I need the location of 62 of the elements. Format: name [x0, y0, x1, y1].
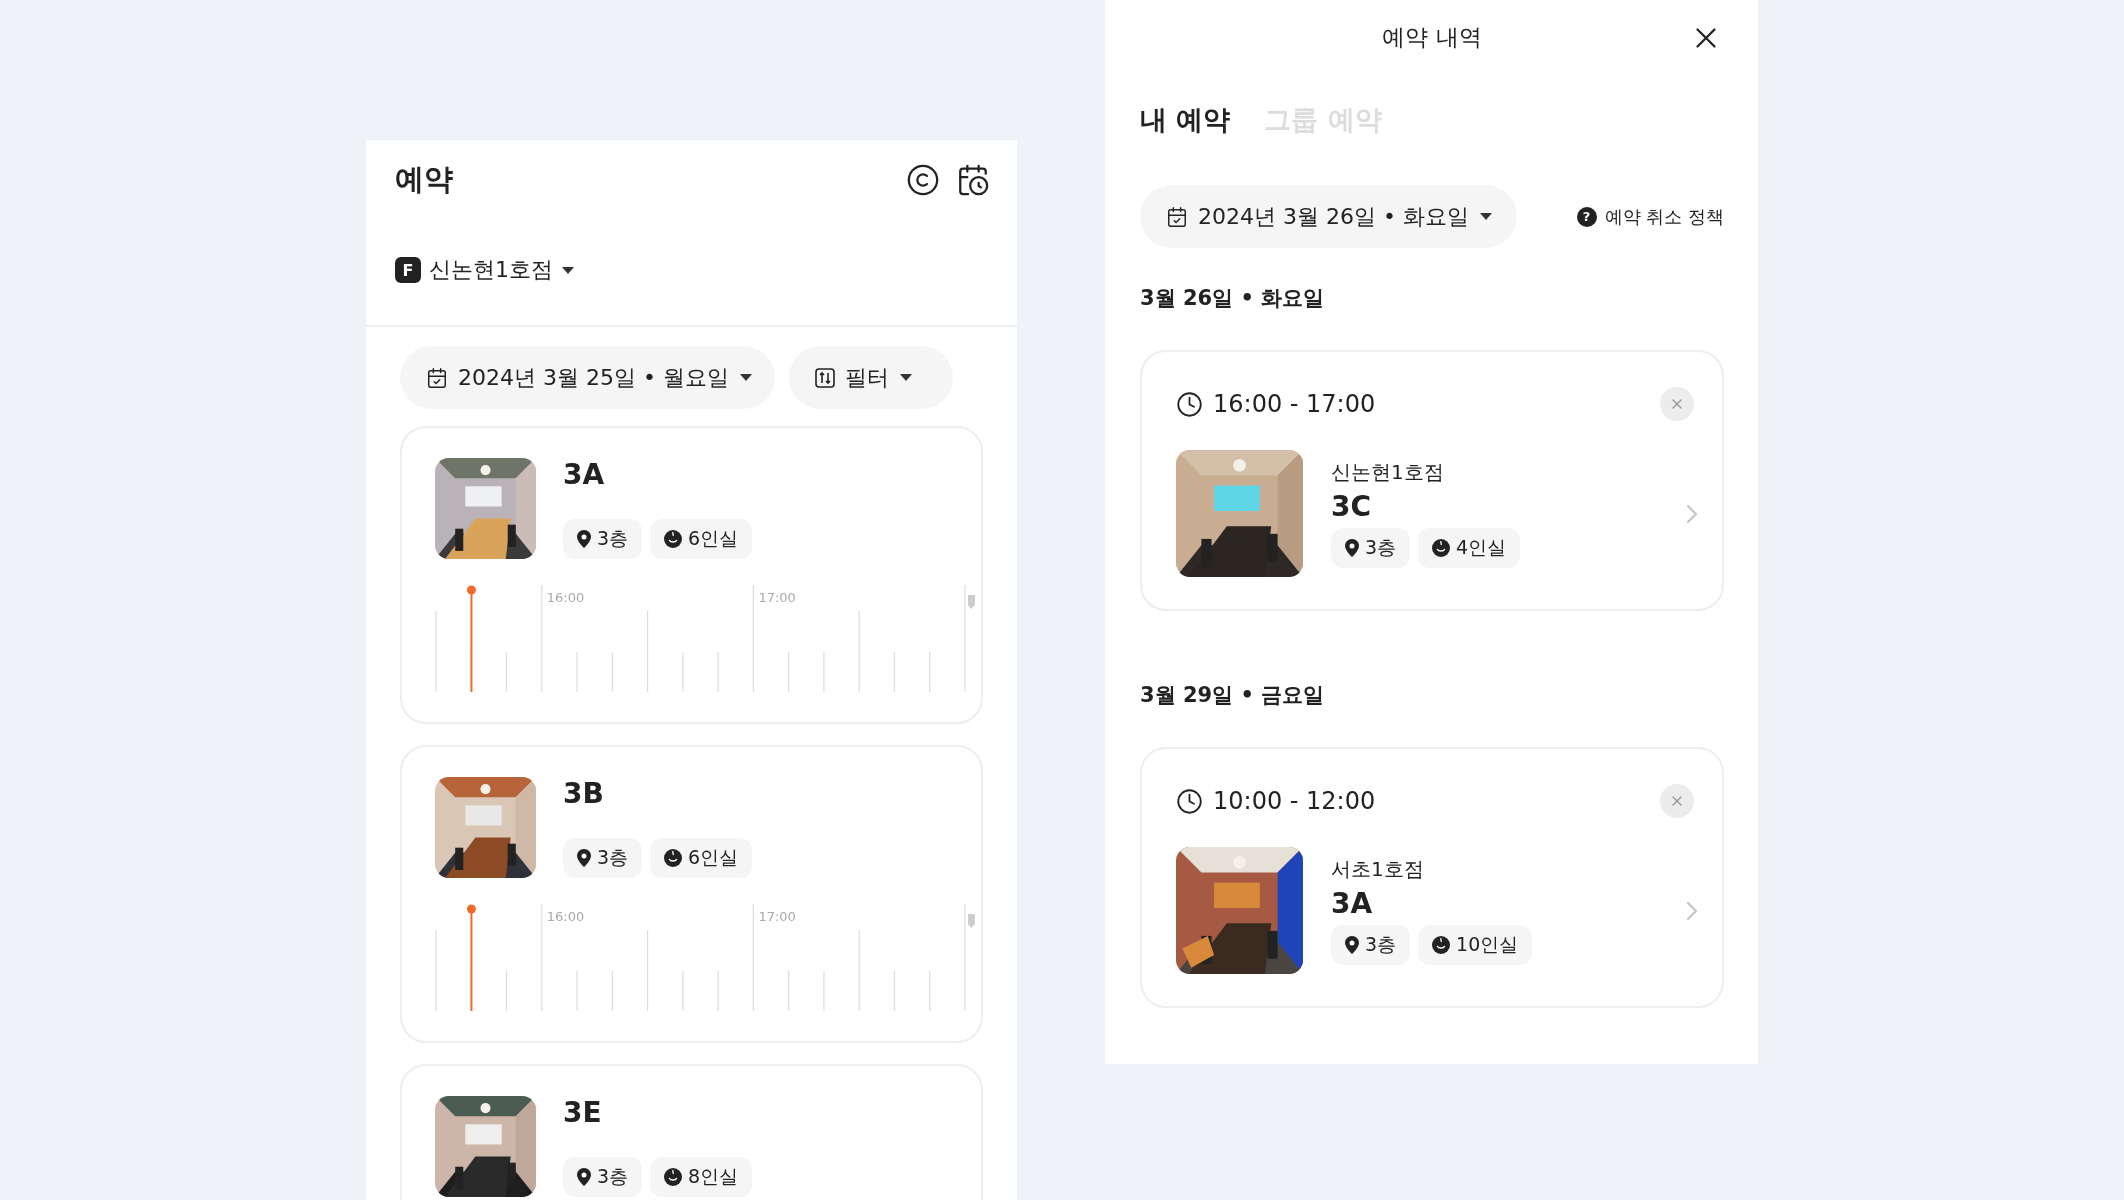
person-icon	[664, 1168, 683, 1186]
pin-icon	[577, 530, 591, 548]
day-heading: 3월 26일 • 화요일	[1140, 285, 1326, 312]
pin-icon	[577, 849, 591, 867]
time-label: 17:00	[758, 909, 796, 924]
capacity-tag: 6인실	[650, 838, 753, 878]
caret-icon	[1478, 212, 1493, 221]
room-card[interactable]: 3E 3층 8인실	[400, 1064, 983, 1200]
branch-badge: F	[395, 257, 421, 283]
floor-tag: 3층	[1331, 924, 1411, 965]
caret-icon	[561, 265, 575, 275]
capacity-tag: 4인실	[1418, 527, 1521, 568]
floor-tag: 3층	[563, 1157, 643, 1197]
branch-name: 서초1호점	[1331, 856, 1425, 884]
cancel-button[interactable]	[1660, 387, 1694, 421]
floor-tag: 3층	[563, 838, 643, 878]
room-card[interactable]: 3A 3층 6인실 16:00 17:00	[400, 426, 983, 724]
cancel-button[interactable]	[1660, 784, 1694, 818]
booking-time: 10:00 - 12:00	[1213, 787, 1376, 815]
person-icon	[664, 530, 683, 548]
time-label: 16:00	[546, 590, 585, 605]
pin-icon	[1345, 538, 1359, 557]
floor-tag: 3층	[1331, 527, 1411, 568]
room-name: 3A	[563, 458, 606, 492]
filter-button[interactable]: 필터	[789, 346, 953, 409]
page-title: 예약	[395, 161, 453, 198]
marker-icon	[968, 595, 975, 609]
capacity-tag: 8인실	[650, 1157, 753, 1197]
cancel-policy-link[interactable]: 예약 취소 정책	[1604, 204, 1724, 229]
clock-icon	[1176, 390, 1203, 418]
calendar-icon	[426, 366, 448, 389]
floor-tag: 3층	[563, 519, 643, 559]
capacity-tag: 10인실	[1418, 924, 1533, 965]
date-picker[interactable]: 2024년 3월 26일 • 화요일	[1140, 185, 1517, 248]
caret-icon	[738, 373, 753, 382]
calendar-icon	[1166, 205, 1188, 228]
branch-name: 신논현1호점	[1331, 459, 1445, 487]
branch-selector[interactable]: F 신논현1호점	[395, 240, 575, 300]
coin-button[interactable]	[905, 162, 941, 198]
clock-icon	[1176, 787, 1203, 815]
filter-icon	[815, 367, 835, 388]
person-icon	[664, 849, 683, 867]
time-label: 16:00	[546, 909, 585, 924]
help-icon: ?	[1576, 206, 1597, 227]
room-card[interactable]: 3B 3층 6인실 16:00 17:00	[400, 745, 983, 1043]
person-icon	[1432, 935, 1451, 954]
date-picker[interactable]: 2024년 3월 25일 • 월요일	[400, 346, 775, 409]
room-name: 3C	[1331, 490, 1373, 524]
booking-time: 16:00 - 17:00	[1213, 390, 1376, 418]
day-heading: 3월 29일 • 금요일	[1140, 682, 1326, 709]
pin-icon	[1345, 935, 1359, 954]
caret-icon	[899, 373, 913, 382]
tab[interactable]: 내 예약	[1140, 102, 1231, 138]
person-icon	[1432, 538, 1451, 557]
room-name: 3B	[563, 777, 605, 811]
panel-title: 예약 내역	[1382, 22, 1482, 52]
marker-icon	[968, 914, 975, 928]
time-label: 17:00	[758, 590, 796, 605]
pin-icon	[577, 1168, 591, 1186]
room-name: 3A	[1331, 887, 1374, 921]
capacity-tag: 6인실	[650, 519, 753, 559]
room-name: 3E	[563, 1096, 603, 1130]
